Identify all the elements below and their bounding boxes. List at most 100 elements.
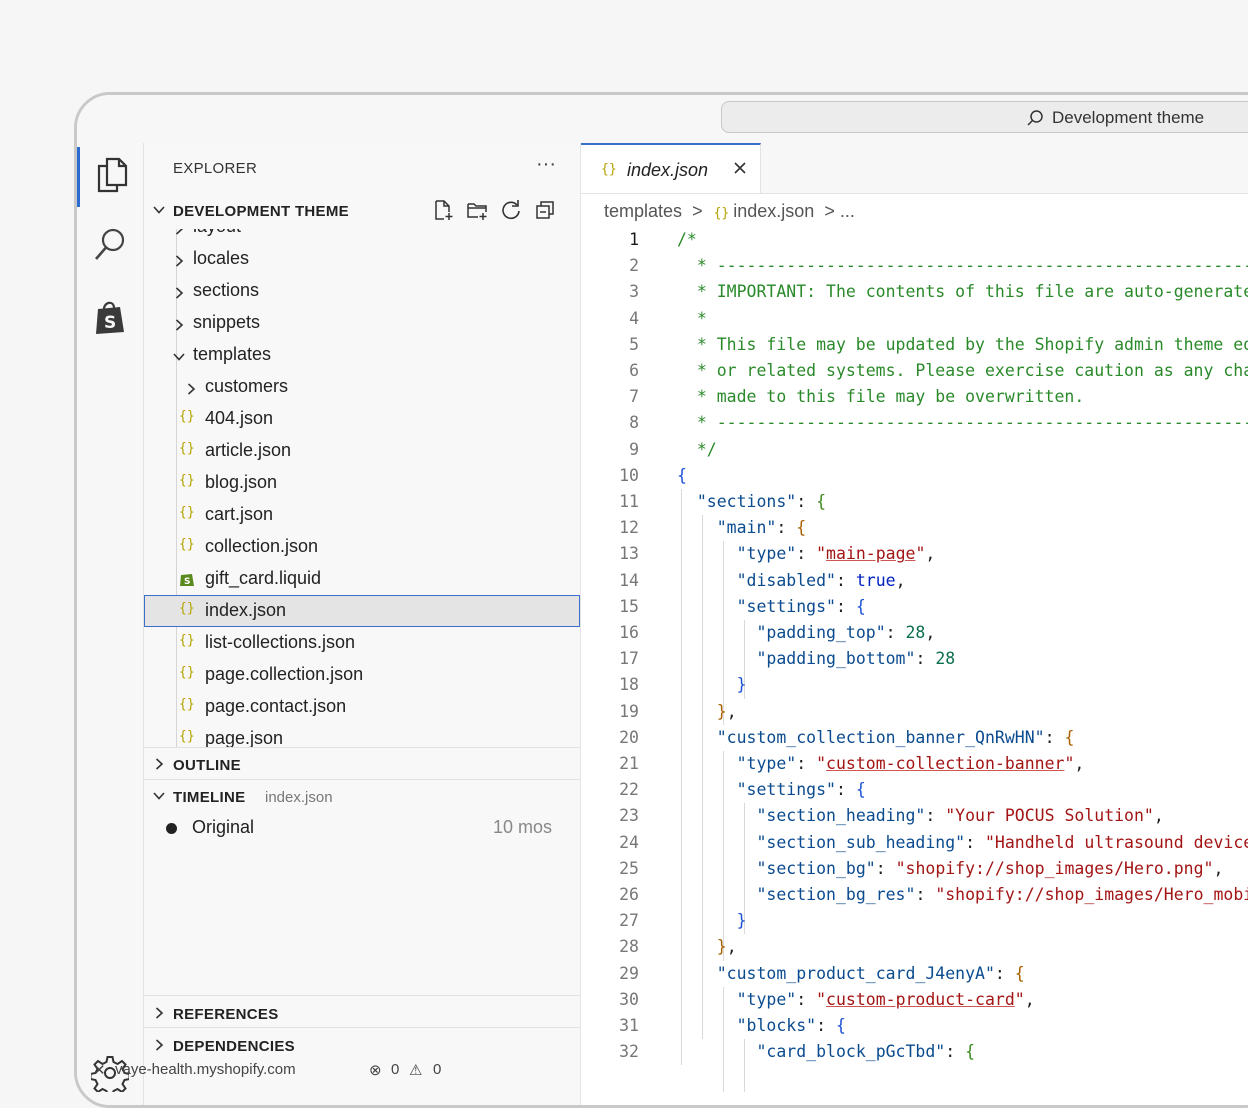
breadcrumb-file[interactable]: index.json — [733, 201, 814, 221]
code-line: */ — [677, 437, 717, 463]
code-line: "section_bg": "shopify://shop_images/Her… — [677, 856, 1223, 882]
timeline-entry-age: 10 mos — [493, 817, 553, 837]
code-line: * IMPORTANT: The contents of this file a… — [677, 279, 1248, 305]
timeline-section-header[interactable]: TIMELINE index.json — [144, 782, 580, 812]
tree-file[interactable]: {} page.contact.json — [144, 691, 580, 723]
warning-icon[interactable]: ⚠ — [409, 1061, 422, 1079]
line-number: 9 — [629, 439, 639, 459]
code-line: * — [677, 306, 707, 332]
code-token: , — [1024, 989, 1035, 1009]
tree-folder[interactable]: customers — [144, 371, 580, 403]
collapse-all-icon[interactable] — [534, 199, 556, 221]
line-number: 13 — [619, 544, 639, 564]
breadcrumb-symbols[interactable]: ... — [840, 201, 855, 221]
line-number: 1 — [629, 230, 639, 249]
json-file-icon: {} — [179, 633, 195, 648]
code-token: custom-collection-banner — [826, 754, 1065, 773]
new-file-icon[interactable] — [432, 199, 454, 221]
line-number: 12 — [619, 518, 639, 538]
tree-folder[interactable]: templates — [144, 339, 580, 371]
command-center[interactable]: Development theme — [721, 101, 1248, 133]
tree-file[interactable]: {} page.json — [144, 723, 580, 747]
tree-file[interactable]: {} 404.json — [144, 403, 580, 435]
new-folder-icon[interactable] — [466, 199, 488, 221]
breadcrumb-folder[interactable]: templates — [604, 201, 682, 221]
code-token: "type" — [736, 989, 797, 1009]
tree-folder[interactable]: locales — [144, 243, 580, 275]
chevron-right-icon — [152, 1006, 166, 1020]
line-number: 20 — [619, 727, 639, 747]
tree-item-label: page.json — [205, 728, 284, 747]
json-file-icon: {} — [601, 162, 617, 177]
remote-host[interactable]: vaye-health.myshopify.com — [115, 1061, 296, 1078]
workspace-section-header[interactable]: DEVELOPMENT THEME — [144, 196, 580, 226]
tree-file[interactable]: {} index.json — [144, 595, 580, 627]
code-line: "padding_bottom": 28 — [677, 646, 955, 672]
explorer-activity-button[interactable] — [77, 147, 143, 207]
line-number: 4 — [629, 308, 639, 328]
code-line: { — [677, 463, 687, 489]
code-token: "padding_bottom" — [756, 649, 916, 669]
json-file-icon: {} — [179, 409, 195, 424]
tree-file[interactable]: {} article.json — [144, 435, 580, 467]
error-icon[interactable]: ⊗ — [369, 1061, 382, 1079]
tree-file[interactable]: {} cart.json — [144, 499, 580, 531]
timeline-entry[interactable]: Original 10 mos — [144, 812, 580, 844]
tab-index-json[interactable]: {} index.json — [581, 143, 761, 193]
code-editor[interactable]: 1 /* 2 * ---------------------------------… — [581, 227, 1248, 1105]
more-actions-button[interactable]: ··· — [536, 153, 556, 176]
tree-item-label: collection.json — [205, 536, 319, 556]
tree-file[interactable]: {} page.collection.json — [144, 659, 580, 691]
chevron-down-icon — [152, 789, 166, 803]
outline-section-header[interactable]: OUTLINE — [144, 750, 580, 780]
code-token: "section_sub_heading" — [756, 832, 966, 852]
tree-item-label: page.contact.json — [205, 696, 347, 716]
line-number: 27 — [619, 911, 639, 931]
timeline-file: index.json — [265, 789, 333, 806]
explorer-sidebar: EXPLORER ··· DEVELOPMENT THEME layout loc… — [144, 143, 581, 1105]
code-token: */ — [677, 439, 717, 459]
tree-file[interactable]: {} collection.json — [144, 531, 580, 563]
breadcrumb: templates > {} index.json > ... — [604, 201, 855, 222]
code-line: "blocks": { — [677, 1013, 846, 1039]
refresh-icon[interactable] — [500, 199, 522, 221]
tree-folder[interactable]: layout — [144, 229, 580, 243]
close-icon[interactable] — [731, 159, 749, 177]
code-token: , — [726, 937, 737, 957]
code-token: : — [925, 806, 946, 826]
code-token: : — [796, 544, 817, 564]
code-token: { — [1064, 727, 1075, 747]
tree-file[interactable]: {} blog.json — [144, 467, 580, 499]
code-token: : — [816, 1016, 836, 1035]
dependencies-section-header[interactable]: DEPENDENCIES — [144, 1031, 580, 1061]
tree-item-label: cart.json — [205, 504, 274, 524]
code-line: "disabled": true, — [677, 568, 906, 594]
tree-folder[interactable]: sections — [144, 275, 580, 307]
tree-file[interactable]: {} list-collections.json — [144, 627, 580, 659]
code-token: { — [816, 492, 827, 511]
line-number: 14 — [619, 570, 639, 590]
line-number: 29 — [619, 963, 639, 983]
chevron-right-icon — [172, 229, 186, 235]
code-token: : — [835, 596, 856, 616]
line-number: 16 — [619, 623, 639, 642]
code-token: : — [885, 623, 906, 642]
search-activity-button[interactable] — [77, 217, 143, 277]
shopify-activity-button[interactable]: S — [77, 289, 143, 349]
json-file-icon: {} — [179, 537, 195, 552]
tree-folder[interactable]: snippets — [144, 307, 580, 339]
code-line: "padding_top": 28, — [677, 620, 935, 646]
svg-text:S: S — [184, 577, 190, 587]
code-token: * or related systems. Please exercise ca… — [677, 361, 1248, 380]
divider — [144, 747, 580, 748]
remote-icon[interactable]: ✕ — [93, 1061, 106, 1079]
references-section-header[interactable]: REFERENCES — [144, 999, 580, 1029]
tree-file[interactable]: Sgift_card.liquid — [144, 563, 580, 595]
